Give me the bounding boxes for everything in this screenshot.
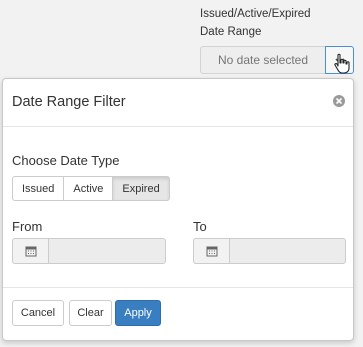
date-type-toggle-group: Issued Active Expired <box>12 176 170 201</box>
hand-cursor-icon <box>333 53 351 80</box>
column-header-label: Issued/Active/Expired <box>200 8 311 20</box>
to-date-input[interactable] <box>229 238 346 264</box>
to-calendar-button[interactable] <box>193 238 229 264</box>
date-type-active-button[interactable]: Active <box>63 176 114 201</box>
close-button[interactable] <box>332 94 346 108</box>
apply-button[interactable]: Apply <box>115 300 161 326</box>
from-label: From <box>12 219 43 234</box>
from-date-field <box>12 238 166 264</box>
popover-title: Date Range Filter <box>12 94 126 110</box>
to-label: To <box>193 219 207 234</box>
date-type-issued-button[interactable]: Issued <box>12 176 65 201</box>
to-date-field <box>193 238 346 264</box>
date-range-filter-popover: Date Range Filter Choose Date Type Issue… <box>2 78 354 341</box>
close-circle-icon <box>333 95 345 107</box>
footer-divider <box>3 287 353 288</box>
calendar-icon <box>25 246 36 257</box>
from-date-input[interactable] <box>48 238 166 264</box>
cancel-button[interactable]: Cancel <box>12 300 64 326</box>
from-calendar-button[interactable] <box>12 238 48 264</box>
date-range-input[interactable] <box>200 46 325 74</box>
popover-header: Date Range Filter <box>3 79 353 127</box>
date-range-label: Date Range <box>200 26 262 38</box>
date-type-label: Choose Date Type <box>12 153 120 168</box>
date-type-expired-button[interactable]: Expired <box>112 176 170 201</box>
calendar-icon <box>206 246 217 257</box>
clear-button[interactable]: Clear <box>69 300 112 326</box>
